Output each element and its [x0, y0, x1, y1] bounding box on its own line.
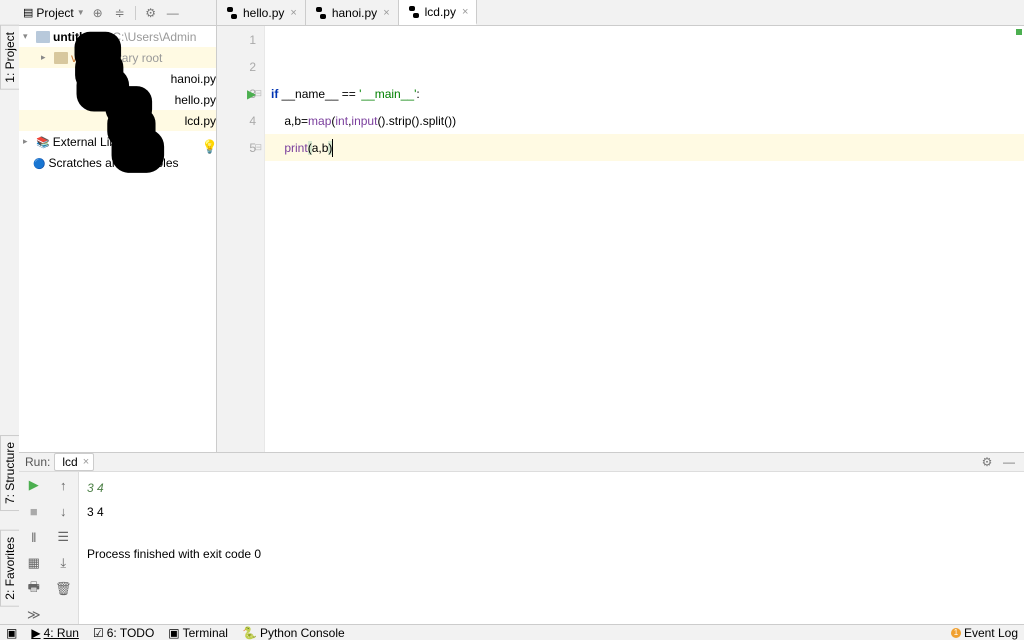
console-output[interactable]: 3 4 3 4 Process finished with exit code … [79, 472, 1024, 628]
tab-hello[interactable]: hello.py× [217, 0, 306, 25]
status-tool-picker[interactable]: ▣ [6, 626, 17, 640]
trash-icon[interactable]: 🗑 [49, 576, 79, 602]
print-icon[interactable]: 🖶 [19, 576, 49, 602]
rerun-icon[interactable]: ▶ [19, 472, 49, 498]
hide-icon[interactable]: — [1000, 453, 1018, 471]
text-cursor [332, 139, 333, 157]
layout-icon[interactable]: ▦ [19, 550, 49, 576]
side-tab-project[interactable]: 1: Project [0, 25, 20, 90]
intention-bulb-icon[interactable]: 💡 [202, 139, 218, 155]
pause-icon[interactable]: ‖ [19, 524, 49, 550]
status-run[interactable]: ▶ 4: Run [31, 626, 79, 640]
soft-wrap-icon[interactable]: ☰ [49, 524, 79, 550]
stop-icon[interactable]: ■ [19, 498, 49, 524]
run-label: Run: [25, 455, 50, 469]
tree-file-lcd[interactable]: lcd.py [19, 110, 216, 131]
project-tree[interactable]: ▾untitled1 C:\Users\Admin ▸venv library … [19, 26, 217, 452]
gear-icon[interactable]: ⚙ [142, 4, 160, 22]
code-editor[interactable]: 1 2 ▶⊟3 4 💡⊟5 if __name__ == '__main__':… [217, 26, 1024, 452]
status-bar: ▣ ▶ 4: Run ☑ 6: TODO ▣ Terminal 🐍 Python… [0, 624, 1024, 640]
project-view-label: Project [36, 6, 73, 20]
console-exit-msg: Process finished with exit code 0 [87, 542, 1016, 566]
hide-icon[interactable]: — [164, 4, 182, 22]
tab-hanoi[interactable]: hanoi.py× [306, 0, 399, 25]
close-icon[interactable]: × [290, 7, 296, 19]
console-input-echo: 3 4 [87, 476, 1016, 500]
library-icon [36, 135, 50, 149]
tab-lcd[interactable]: lcd.py× [399, 0, 478, 25]
editor-tabs: hello.py× hanoi.py× lcd.py× [217, 0, 477, 25]
scroll-end-icon[interactable]: ⤓ [49, 550, 79, 576]
fold-icon[interactable]: ⊟ [254, 88, 262, 99]
close-icon[interactable]: × [383, 7, 389, 19]
scroll-marker-strip[interactable] [1014, 26, 1024, 452]
run-tool-window: Run: lcd× ⚙ — ▶ ↑ ■ ↓ ‖ ☰ ▦ ⤓ 🖶 🗑 ≫ 3 4 [19, 452, 1024, 624]
status-python-console[interactable]: 🐍 Python Console [242, 626, 345, 640]
status-todo[interactable]: ☑ 6: TODO [93, 626, 154, 640]
side-tab-structure[interactable]: 7: Structure [0, 435, 20, 511]
close-icon[interactable]: × [83, 456, 89, 468]
console-stdout: 3 4 [87, 500, 1016, 524]
gutter[interactable]: 1 2 ▶⊟3 4 💡⊟5 [217, 26, 265, 452]
collapse-icon[interactable]: ≑ [111, 4, 129, 22]
code-health-indicator[interactable] [1016, 29, 1022, 35]
run-toolbar: ▶ ↑ ■ ↓ ‖ ☰ ▦ ⤓ 🖶 🗑 ≫ [19, 472, 79, 628]
toolbar: ▤ Project ▼ ⊕ ≑ ⚙ — hello.py× hanoi.py× … [19, 0, 1024, 26]
locate-icon[interactable]: ⊕ [89, 4, 107, 22]
status-event-log[interactable]: 1Event Log [951, 626, 1018, 640]
down-icon[interactable]: ↓ [49, 498, 79, 524]
status-terminal[interactable]: ▣ Terminal [168, 626, 228, 640]
side-tab-favorites[interactable]: 2: Favorites [0, 530, 20, 607]
scratch-icon [33, 156, 45, 170]
close-icon[interactable]: × [462, 6, 468, 18]
fold-icon[interactable]: ⊟ [254, 142, 262, 153]
project-view-selector[interactable]: ▤ Project ▼ [23, 6, 85, 20]
gear-icon[interactable]: ⚙ [978, 453, 996, 471]
up-icon[interactable]: ↑ [49, 472, 79, 498]
run-config[interactable]: lcd× [54, 453, 94, 471]
